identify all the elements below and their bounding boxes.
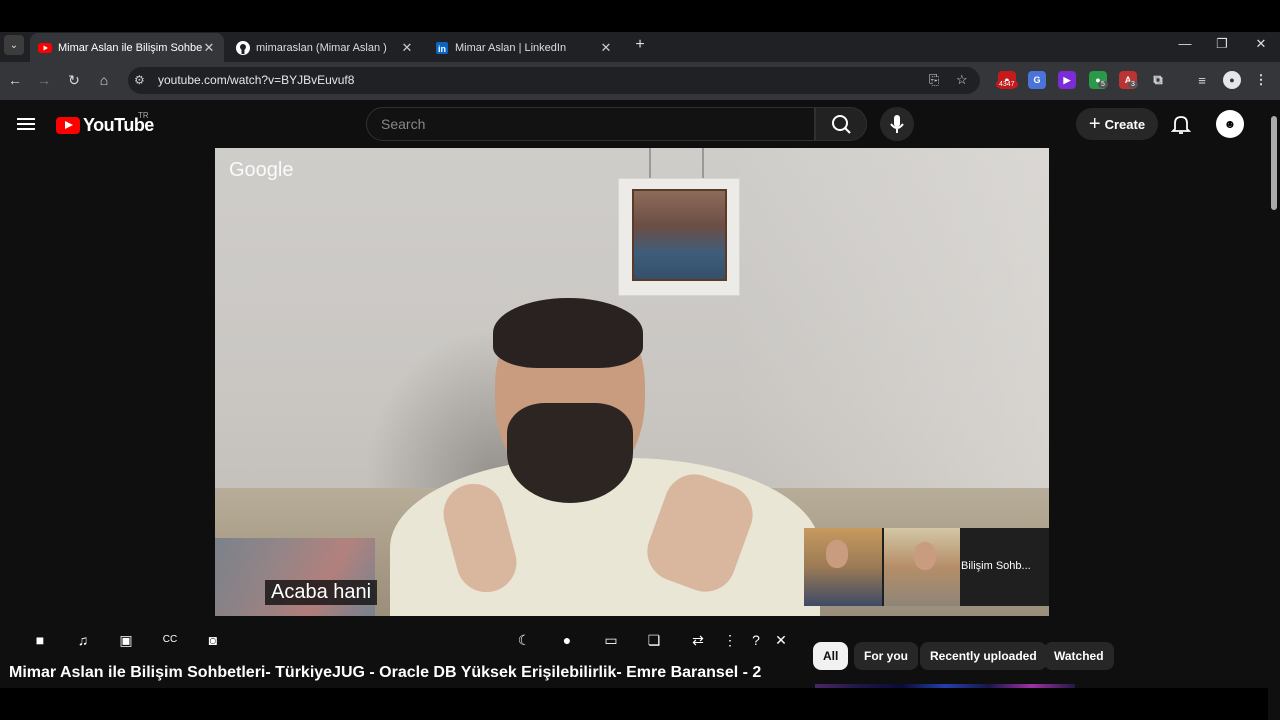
- chip-watched[interactable]: Watched: [1044, 642, 1114, 670]
- watermark: Google: [229, 159, 294, 181]
- extension-badge: 4347: [996, 81, 1018, 88]
- menu-icon[interactable]: [17, 115, 35, 131]
- scrollbar-thumb[interactable]: [1271, 116, 1277, 210]
- forward-icon[interactable]: →: [34, 70, 54, 90]
- participant-thumbnail: [884, 528, 960, 606]
- tab-title: Mimar Aslan | LinkedIn: [455, 41, 567, 54]
- music-note-icon[interactable]: ♫: [73, 630, 93, 650]
- tab-github[interactable]: mimaraslan (Mimar Aslan ) ✕: [228, 33, 422, 62]
- participant-thumbnails: Bilişim Sohb...: [804, 528, 1049, 606]
- profile-avatar-icon[interactable]: ●: [1223, 71, 1241, 89]
- restore-icon[interactable]: ❐: [1212, 36, 1232, 52]
- new-tab-button[interactable]: +: [630, 36, 650, 56]
- chip-all[interactable]: All: [813, 642, 849, 670]
- account-avatar[interactable]: ☻: [1216, 110, 1244, 138]
- search-button[interactable]: [815, 107, 867, 141]
- title-bar: [0, 0, 1280, 32]
- plus-icon: +: [1088, 112, 1101, 135]
- picture-in-picture-icon[interactable]: ▭: [601, 630, 621, 650]
- lightbulb-icon[interactable]: ●: [557, 630, 577, 650]
- help-icon[interactable]: ?: [746, 630, 766, 650]
- close-tab-icon[interactable]: ✕: [400, 40, 414, 56]
- copy-icon[interactable]: ❏: [644, 630, 664, 650]
- frame-cord: [702, 148, 704, 178]
- search-icon: [832, 115, 851, 134]
- back-icon[interactable]: ←: [5, 70, 25, 90]
- image-icon[interactable]: ▣: [116, 630, 136, 650]
- chip-recently-uploaded[interactable]: Recently uploaded: [920, 642, 1047, 670]
- close-window-icon[interactable]: ✕: [1251, 36, 1271, 52]
- reload-icon[interactable]: ↻: [64, 70, 84, 90]
- video-title: Mimar Aslan ile Bilişim Sohbetleri- Türk…: [9, 664, 762, 681]
- youtube-play-icon: [56, 117, 80, 134]
- home-icon[interactable]: ⌂: [94, 70, 114, 90]
- tab-linkedin[interactable]: in Mimar Aslan | LinkedIn ✕: [427, 33, 621, 62]
- bookmark-star-icon[interactable]: ☆: [956, 72, 968, 88]
- close-tab-icon[interactable]: ✕: [202, 40, 216, 56]
- search-input[interactable]: Search: [366, 107, 815, 141]
- create-button[interactable]: + Create: [1076, 108, 1158, 140]
- moon-icon[interactable]: ☾: [514, 630, 534, 650]
- browser-menu-icon[interactable]: ⋮: [1252, 71, 1270, 89]
- create-label: Create: [1104, 116, 1146, 132]
- tab-youtube[interactable]: Mimar Aslan ile Bilişim Sohbetle ✕: [30, 33, 224, 62]
- close-icon[interactable]: ✕: [771, 630, 791, 650]
- svg-text:in: in: [438, 44, 446, 54]
- microphone-icon: [890, 115, 904, 133]
- extensions-puzzle-icon[interactable]: ⧉: [1149, 71, 1167, 89]
- tab-title: mimaraslan (Mimar Aslan ): [256, 41, 387, 54]
- camera-icon[interactable]: ◙: [203, 630, 223, 650]
- wall-photo-frame: [618, 178, 740, 296]
- video-camera-icon[interactable]: ■: [30, 630, 50, 650]
- url-text[interactable]: youtube.com/watch?v=BYJBvEuvuf8: [158, 73, 354, 87]
- notifications-bell-icon[interactable]: [1170, 113, 1192, 135]
- loop-icon[interactable]: ⇄: [688, 630, 708, 650]
- participant-label: Bilişim Sohb...: [961, 560, 1031, 572]
- extension-badge: 5: [1098, 81, 1108, 88]
- install-app-icon[interactable]: ⎘: [929, 72, 939, 88]
- extension-badge: 3: [1128, 81, 1138, 88]
- github-icon: [236, 40, 250, 55]
- frame-cord: [649, 148, 651, 178]
- closed-captions-icon[interactable]: CC: [160, 630, 180, 650]
- subtitle-caption: Acaba hani: [265, 580, 378, 605]
- chip-for-you[interactable]: For you: [854, 642, 918, 670]
- tab-title: Mimar Aslan ile Bilişim Sohbetle: [58, 41, 202, 54]
- reading-list-icon[interactable]: ≡: [1193, 71, 1211, 89]
- country-code: TR: [138, 111, 149, 120]
- video-player[interactable]: Google Acaba hani Bilişim Sohb...: [215, 148, 1049, 616]
- participant-thumbnail: [804, 528, 882, 606]
- translate-icon[interactable]: G: [1028, 71, 1046, 89]
- tab-search-icon[interactable]: ⌄: [4, 35, 24, 55]
- voice-search-button[interactable]: [880, 107, 914, 141]
- close-tab-icon[interactable]: ✕: [599, 40, 613, 56]
- linkedin-icon: in: [435, 41, 449, 55]
- minimize-icon[interactable]: —: [1175, 36, 1195, 51]
- more-options-icon[interactable]: ⋮: [720, 630, 740, 650]
- site-info-icon[interactable]: ⚙: [134, 73, 145, 87]
- youtube-icon: [38, 41, 52, 55]
- extension-play-icon[interactable]: ▶: [1058, 71, 1076, 89]
